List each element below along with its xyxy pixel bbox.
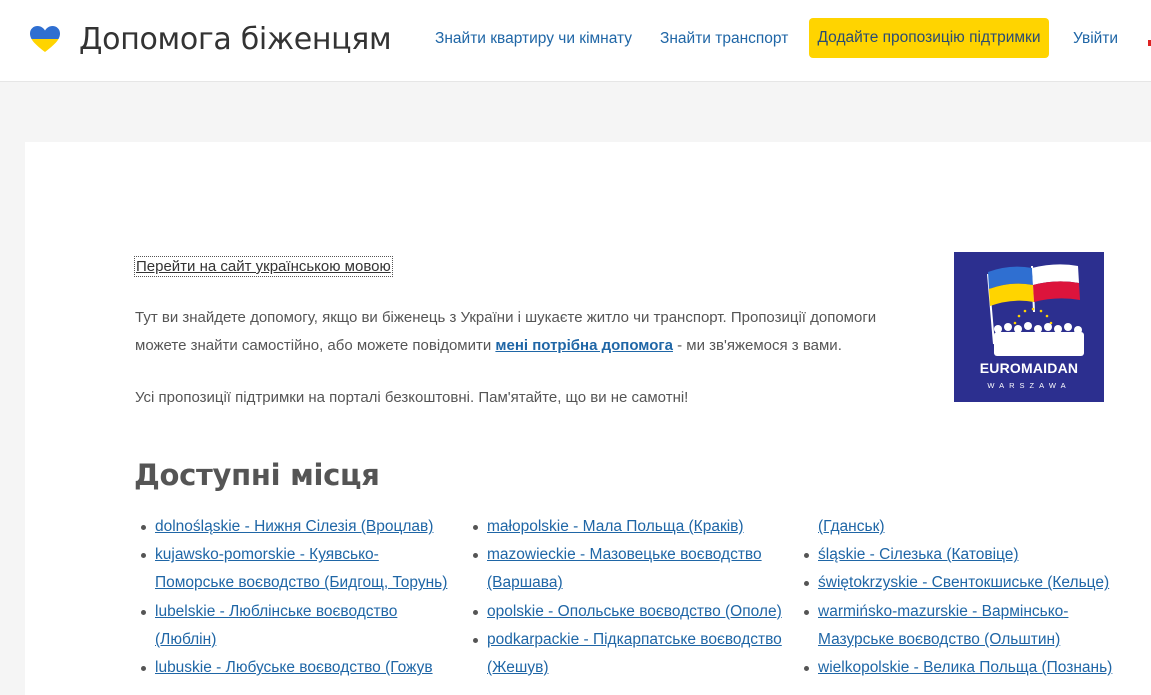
add-offer-button[interactable]: Додайте пропозицію підтримки [809,18,1049,58]
euromaidan-logo: EUROMAIDAN WARSZAWA [954,252,1104,402]
intro-text: Тут ви знайдете допомогу, якщо ви біжене… [135,304,925,360]
regions-list-col3: (Гданськ) śląskie - Сілезька (Катовіце) … [798,513,1118,682]
region-link[interactable]: warmińsko-mazurskie - Вармінсько-Мазурсь… [818,603,1068,648]
nav-find-transport[interactable]: Знайти транспорт [660,29,788,49]
badge-subtitle: WARSZAWA [987,381,1071,390]
available-places-heading: Доступні місця [134,458,380,492]
list-item: śląskie - Сілезька (Катовіце) [798,541,1118,569]
badge-title: EUROMAIDAN [979,360,1079,376]
region-link[interactable]: lubelskie - Люблінське воєводство (Люблі… [155,603,397,648]
region-link[interactable]: kujawsko-pomorskie - Куявсько-Поморське … [155,546,447,591]
list-item: (Гданськ) [798,513,1118,541]
region-link[interactable]: świętokrzyskie - Свентокшиське (Кельце) [818,574,1109,591]
list-item: dolnośląskie - Нижня Сілезія (Вроцлав) [135,513,455,541]
intro-text-part2: - ми зв'яжемося з вами. [672,337,842,354]
site-title[interactable]: Допомога біженцям [79,20,392,60]
region-link[interactable]: podkarpackie - Підкарпатське воєводство … [487,631,782,676]
site-header: Допомога біженцям Знайти квартиру чи кім… [0,0,1151,82]
list-item: lubelskie - Люблінське воєводство (Люблі… [135,598,455,654]
region-link[interactable]: mazowieckie - Мазовецьке воєводство (Вар… [487,546,762,591]
nav-login[interactable]: Увійти [1073,29,1118,49]
region-link[interactable]: śląskie - Сілезька (Катовіце) [818,546,1019,563]
region-link[interactable]: lubuskie - Любуське воєводство (Гожув [155,659,433,676]
need-help-link[interactable]: мені потрібна допомога [495,337,673,354]
list-item: świętokrzyskie - Свентокшиське (Кельце) [798,569,1118,597]
list-item: kujawsko-pomorskie - Куявсько-Поморське … [135,541,455,597]
list-item: warmińsko-mazurskie - Вармінсько-Мазурсь… [798,598,1118,654]
list-item: lubuskie - Любуське воєводство (Гожув [135,654,455,682]
region-link[interactable]: opolskie - Опольське воєводство (Ополе) [487,603,782,620]
nav-find-apartment[interactable]: Знайти квартиру чи кімнату [435,29,632,49]
list-item: mazowieckie - Мазовецьке воєводство (Вар… [467,541,787,597]
heart-logo-icon[interactable] [30,26,60,53]
regions-list-col1: dolnośląskie - Нижня Сілезія (Вроцлав) k… [135,513,455,682]
region-link[interactable]: małopolskie - Мала Польща (Краків) [487,518,744,535]
region-link[interactable]: (Гданськ) [818,518,885,535]
free-offers-note: Усі пропозиції підтримки на порталі безк… [135,389,689,406]
list-item: podkarpackie - Підкарпатське воєводство … [467,626,787,682]
flags-crowd-icon [987,264,1084,356]
ukrainian-site-link[interactable]: Перейти на сайт українською мовою [134,256,393,277]
regions-list-col2: małopolskie - Мала Польща (Краків) mazow… [467,513,787,682]
list-item: wielkopolskie - Велика Польща (Познань) [798,654,1118,682]
list-item: opolskie - Опольське воєводство (Ополе) [467,598,787,626]
list-item: małopolskie - Мала Польща (Краків) [467,513,787,541]
region-link[interactable]: dolnośląskie - Нижня Сілезія (Вроцлав) [155,518,433,535]
region-link[interactable]: wielkopolskie - Велика Польща (Познань) [818,659,1112,676]
